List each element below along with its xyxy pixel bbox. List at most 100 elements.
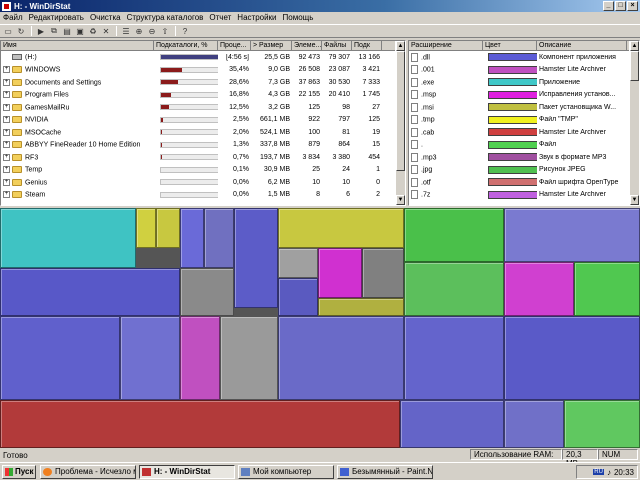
treemap-block[interactable]	[278, 316, 404, 400]
treemap-block[interactable]	[400, 400, 504, 448]
select-parent-icon[interactable]: ⇧	[159, 26, 171, 37]
taskbar-item-my-computer[interactable]: Мой компьютер	[238, 465, 334, 479]
column-description[interactable]: Описание	[537, 41, 627, 50]
recycle-icon[interactable]: ♻	[87, 26, 99, 37]
speaker-icon[interactable]: ♪	[607, 468, 611, 477]
extension-scrollbar[interactable]: ▲ ▼	[629, 41, 639, 205]
column-size[interactable]: > Размер	[251, 41, 292, 50]
directory-row[interactable]: + Temp 0,1% 30,9 MB 25 24 1	[1, 164, 405, 177]
expand-icon[interactable]: +	[3, 191, 10, 199]
extension-row[interactable]: .exe Приложение	[409, 76, 639, 89]
copy-icon[interactable]: ⧉	[48, 26, 60, 37]
scroll-up-arrow[interactable]: ▲	[396, 41, 405, 51]
expand-icon[interactable]: +	[3, 78, 10, 86]
treemap-block[interactable]	[318, 298, 404, 316]
extension-row[interactable]: .mp3 Звук в формате MP3	[409, 151, 639, 164]
minimize-button[interactable]: _	[603, 1, 614, 11]
treemap-block[interactable]	[136, 208, 156, 248]
treemap-block[interactable]	[220, 316, 278, 400]
scroll-down-arrow[interactable]: ▼	[396, 195, 405, 205]
directory-row[interactable]: + NVIDIA 2,5% 661,1 MB 922 797 125	[1, 114, 405, 127]
close-button[interactable]: ×	[627, 1, 638, 11]
scroll-thumb[interactable]	[396, 51, 405, 171]
explorer-icon[interactable]: ▤	[61, 26, 73, 37]
treemap-block[interactable]	[504, 262, 574, 316]
menu-cleanup[interactable]: Очистка	[87, 13, 124, 22]
extension-row[interactable]: .jpg Рисунок JPEG	[409, 164, 639, 177]
scroll-thumb[interactable]	[630, 51, 639, 81]
directory-row[interactable]: (H:) [4:56 s] 25,5 GB 92 473 79 307 13 166	[1, 51, 405, 64]
treemap-block[interactable]	[404, 316, 504, 400]
extension-row[interactable]: .msp Исправления установ...	[409, 89, 639, 102]
scroll-up-arrow[interactable]: ▲	[630, 41, 639, 51]
expand-icon[interactable]: +	[3, 91, 10, 99]
extension-list[interactable]: Расширение Цвет Описание .dll Компонент п…	[408, 40, 640, 206]
menu-report[interactable]: Отчет	[206, 13, 234, 22]
treemap-block[interactable]	[278, 208, 404, 248]
expand-icon[interactable]: +	[3, 66, 10, 74]
play-icon[interactable]: ▶	[35, 26, 47, 37]
treemap-block[interactable]	[504, 316, 640, 400]
open-icon[interactable]: ▭	[2, 26, 14, 37]
treemap-block[interactable]	[180, 268, 234, 316]
treemap-block[interactable]	[318, 248, 362, 298]
expand-icon[interactable]: +	[3, 153, 10, 161]
treemap-block[interactable]	[156, 208, 180, 248]
expand-icon[interactable]: +	[3, 103, 10, 111]
directory-row[interactable]: + ABBYY FineReader 10 Home Edition 1,3% 337…	[1, 139, 405, 152]
expand-icon[interactable]: +	[3, 116, 10, 124]
treemap-block[interactable]	[120, 316, 180, 400]
column-percent[interactable]: Проце...	[218, 41, 251, 50]
expand-icon[interactable]: +	[3, 178, 10, 186]
treemap-block[interactable]	[0, 208, 136, 268]
treemap-block[interactable]	[0, 268, 180, 316]
expand-icon[interactable]: +	[3, 141, 10, 149]
delete-icon[interactable]: ✕	[100, 26, 112, 37]
treemap-block[interactable]	[504, 208, 640, 262]
column-subtree-percent[interactable]: Подкаталоги, %	[154, 41, 218, 50]
treemap-block[interactable]	[204, 208, 234, 268]
scroll-down-arrow[interactable]: ▼	[630, 195, 639, 205]
zoom-out-icon[interactable]: ⊖	[146, 26, 158, 37]
menu-edit[interactable]: Редактировать	[26, 13, 87, 22]
treemap-block[interactable]	[362, 248, 404, 298]
taskbar-item-browser[interactable]: Проблема - Исчезло мес...	[40, 465, 136, 479]
expand-icon[interactable]: +	[3, 128, 10, 136]
windirstat-app-icon[interactable]	[2, 1, 11, 11]
directory-row[interactable]: + RF3 0,7% 193,7 MB 3 834 3 380 454	[1, 151, 405, 164]
taskbar-item-windirstat[interactable]: H: - WinDirStat	[139, 465, 235, 479]
column-files[interactable]: Файлы	[322, 41, 352, 50]
column-name[interactable]: Имя	[1, 41, 154, 50]
treemap-block[interactable]	[278, 248, 318, 278]
column-subdirs[interactable]: Подк	[352, 41, 382, 50]
column-extension[interactable]: Расширение	[409, 41, 483, 50]
directory-row[interactable]: + GamesMailRu 12,5% 3,2 GB 125 98 27	[1, 101, 405, 114]
treemap-block[interactable]	[504, 400, 564, 448]
extension-row[interactable]: .msi Пакет установщика W...	[409, 101, 639, 114]
extension-row[interactable]: .7z Hamster Lite Archiver	[409, 189, 639, 202]
treemap-block[interactable]	[574, 262, 640, 316]
column-color[interactable]: Цвет	[483, 41, 537, 50]
menu-treemap[interactable]: Структура каталогов	[124, 13, 207, 22]
treemap-block[interactable]	[0, 316, 120, 400]
extension-row[interactable]: .otf Файл шрифта OpenType	[409, 176, 639, 189]
expand-icon[interactable]: +	[3, 166, 10, 174]
directory-list[interactable]: Имя Подкаталоги, % Проце... > Размер Эле…	[0, 40, 406, 206]
extension-row[interactable]: .001 Hamster Lite Archiver	[409, 64, 639, 77]
zoom-in-icon[interactable]: ⊕	[133, 26, 145, 37]
treemap-block[interactable]	[404, 208, 504, 262]
properties-icon[interactable]: ☰	[120, 26, 132, 37]
treemap-block[interactable]	[234, 208, 278, 308]
treemap-block[interactable]	[180, 316, 220, 400]
directory-row[interactable]: + Documents and Settings 28,6% 7,3 GB 37 863…	[1, 76, 405, 89]
directory-row[interactable]: + WINDOWS 35,4% 9,0 GB 26 508 23 087 3 421	[1, 64, 405, 77]
maximize-button[interactable]: □	[615, 1, 626, 11]
command-prompt-icon[interactable]: ▣	[74, 26, 86, 37]
directory-row[interactable]: + Program Files 16,8% 4,3 GB 22 155 20 410 1 7…	[1, 89, 405, 102]
menu-file[interactable]: Файл	[0, 13, 26, 22]
treemap-block[interactable]	[564, 400, 640, 448]
column-items[interactable]: Элеме...	[292, 41, 322, 50]
menu-help[interactable]: Помощь	[280, 13, 317, 22]
refresh-icon[interactable]: ↻	[15, 26, 27, 37]
treemap-block[interactable]	[278, 278, 318, 316]
